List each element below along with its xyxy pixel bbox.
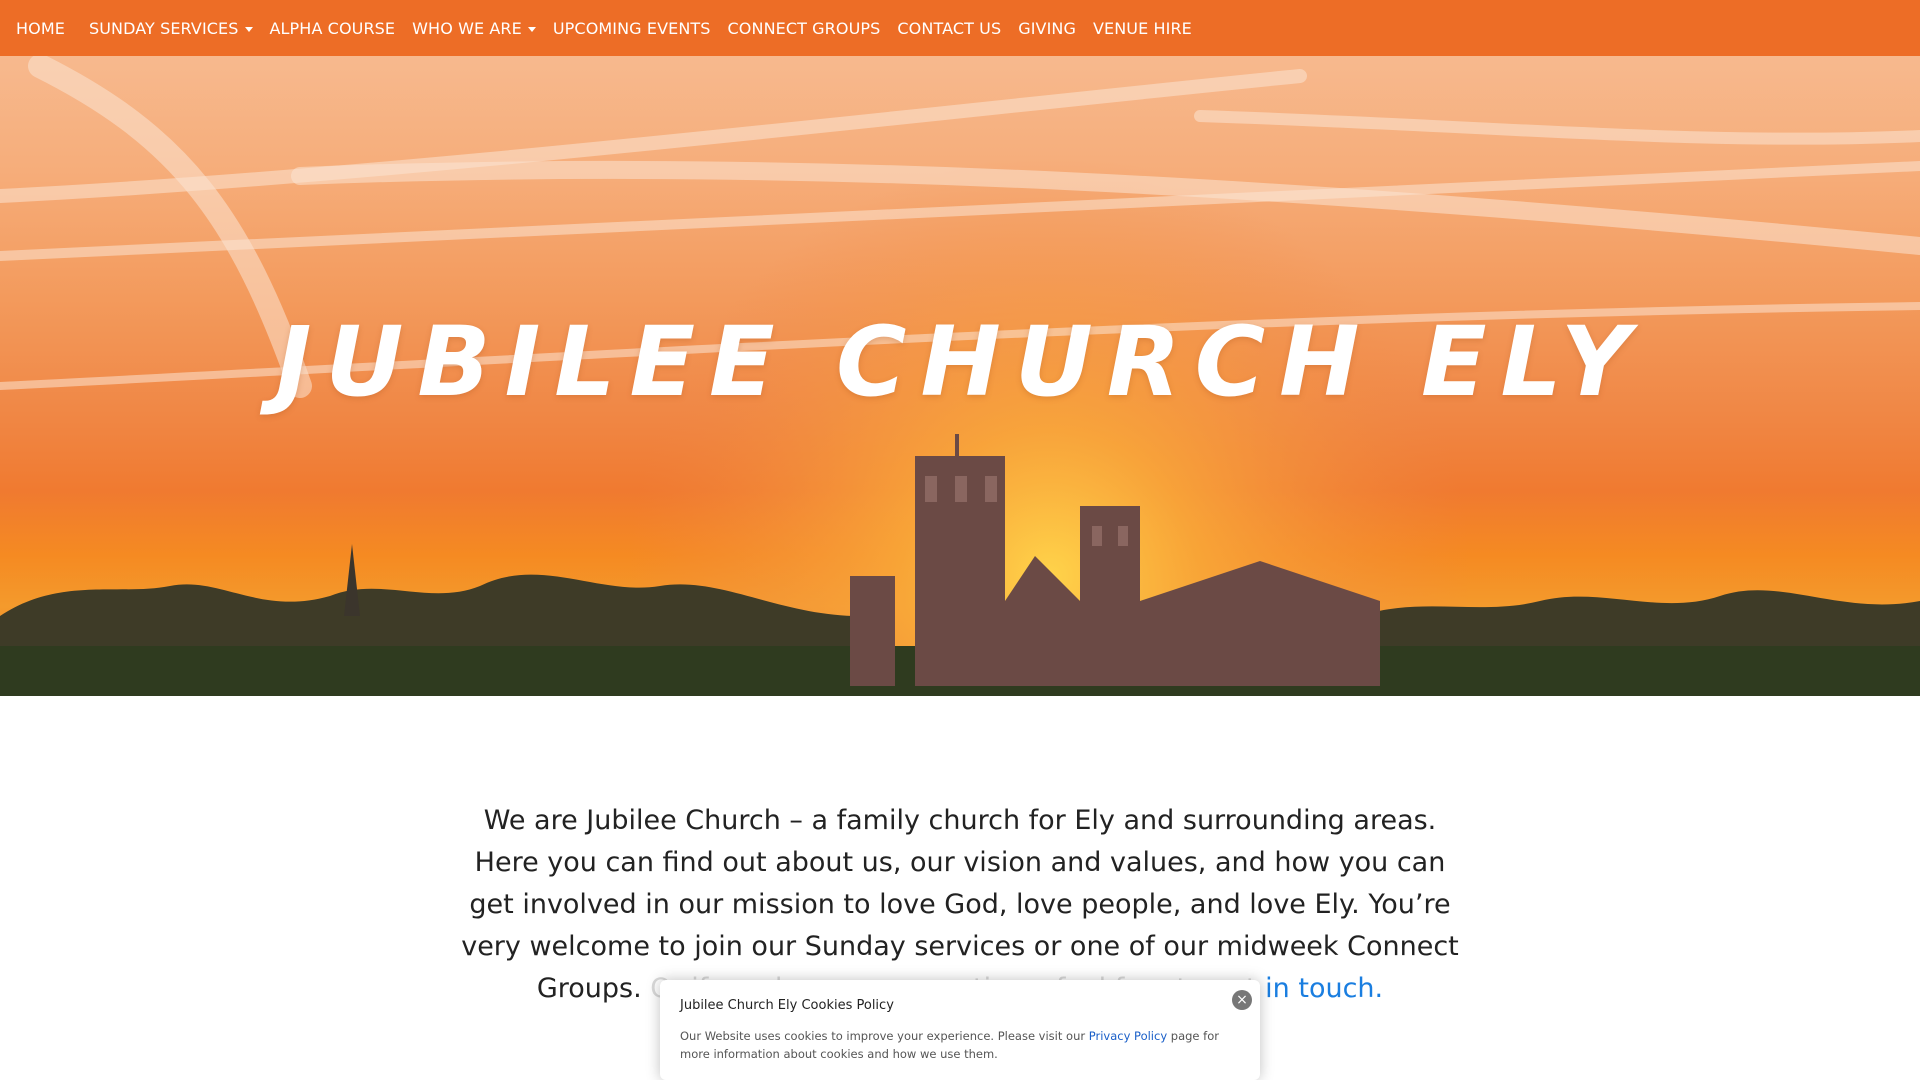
cookie-text: Our Website uses cookies to improve your… (680, 1027, 1240, 1063)
nav-alpha-course[interactable]: ALPHA COURSE (270, 19, 396, 38)
nav-alpha-course-label: ALPHA COURSE (269, 18, 396, 38)
nav-contact-us-label: CONTACT US (897, 18, 1002, 38)
caret-down-icon (527, 26, 536, 32)
nav-connect-groups-label: CONNECT GROUPS (727, 18, 881, 38)
nav-who-we-are-label: WHO WE ARE (412, 18, 522, 38)
nav-venue-hire[interactable]: VENUE HIRE (1093, 19, 1192, 38)
nav-upcoming-events[interactable]: UPCOMING EVENTS (553, 19, 711, 38)
nav-sunday-services[interactable]: SUNDAY SERVICES (89, 19, 253, 38)
nav-home[interactable]: HOME (16, 19, 65, 38)
hero-title: Jubilee Church Ely (275, 306, 1645, 418)
hero-banner: Jubilee Church Ely (0, 56, 1920, 696)
nav-upcoming-events-label: UPCOMING EVENTS (552, 18, 711, 38)
nav-home-label: HOME (16, 18, 65, 38)
caret-down-icon (244, 26, 253, 32)
privacy-policy-link[interactable]: Privacy Policy (1089, 1029, 1167, 1043)
close-icon[interactable]: × (1232, 990, 1252, 1010)
cookie-title: Jubilee Church Ely Cookies Policy (680, 998, 894, 1013)
intro-paragraph: We are Jubilee Church – a family church … (460, 800, 1460, 1010)
main-navbar: HOME SUNDAY SERVICES ALPHA COURSE WHO WE… (0, 0, 1920, 56)
cookie-text-before: Our Website uses cookies to improve your… (680, 1029, 1089, 1043)
nav-giving-label: GIVING (1018, 18, 1076, 38)
nav-contact-us[interactable]: CONTACT US (897, 19, 1001, 38)
nav-who-we-are[interactable]: WHO WE ARE (412, 19, 536, 38)
nav-giving[interactable]: GIVING (1018, 19, 1076, 38)
nav-connect-groups[interactable]: CONNECT GROUPS (728, 19, 881, 38)
cookie-consent-popup: Jubilee Church Ely Cookies Policy Our We… (660, 980, 1260, 1080)
get-in-touch-link[interactable]: in touch. (1265, 973, 1383, 1004)
nav-sunday-services-label: SUNDAY SERVICES (88, 18, 239, 38)
nav-venue-hire-label: VENUE HIRE (1092, 18, 1192, 38)
